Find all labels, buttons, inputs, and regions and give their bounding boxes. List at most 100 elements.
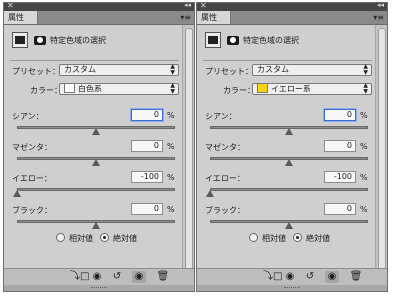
preset-select[interactable]: カスタム ▲ ▼ xyxy=(252,64,372,76)
slider-value-input[interactable]: 0 xyxy=(324,109,356,121)
color-swatch xyxy=(257,83,268,93)
slider-thumb[interactable] xyxy=(206,190,214,197)
absolute-label: 絶対値 xyxy=(113,234,137,243)
collapse-icon[interactable]: ◂◂ xyxy=(377,3,384,9)
clip-to-layer-icon[interactable]: ⤵□ xyxy=(70,271,89,283)
panel-titlebar: ✕ ◂◂ xyxy=(197,3,387,11)
slider-label: マゼンタ： xyxy=(12,143,52,152)
slider-thumb[interactable] xyxy=(285,222,293,229)
preset-value: カスタム xyxy=(64,65,96,74)
adjustment-layer-icon xyxy=(205,32,221,48)
slider-label: シアン： xyxy=(205,112,237,121)
adjustment-layer-icon xyxy=(12,32,28,48)
collapse-icon[interactable]: ◂◂ xyxy=(184,3,191,9)
scrollbar-thumb[interactable] xyxy=(378,28,386,270)
close-icon[interactable]: ✕ xyxy=(200,3,207,10)
adjustment-title: 特定色域の選択 xyxy=(243,36,299,45)
view-previous-state-icon[interactable]: ◉ xyxy=(90,271,104,283)
adjustment-title: 特定色域の選択 xyxy=(50,36,106,45)
resize-grip[interactable] xyxy=(197,285,387,291)
preset-select[interactable]: カスタム ▲ ▼ xyxy=(59,64,179,76)
panel-menu-icon[interactable]: ▾≡ xyxy=(373,11,384,24)
updown-arrows-icon: ▲ ▼ xyxy=(170,63,175,76)
percent-unit: % xyxy=(360,111,368,120)
trash-icon[interactable]: 🗑 xyxy=(349,271,363,283)
colors-value: イエロー系 xyxy=(271,84,311,94)
scrollbar-thumb[interactable] xyxy=(185,28,193,270)
updown-arrows-icon: ▲ ▼ xyxy=(363,63,368,76)
slider-value-input[interactable]: 0 xyxy=(131,140,163,152)
slider-value-input[interactable]: -100 xyxy=(131,171,163,183)
radio-dot xyxy=(296,236,299,239)
tab-bar: 属性 ▾≡ xyxy=(197,11,387,25)
panel-content: 特定色域の選択 プリセット： カスタム ▲ ▼ カラー： 白色系 ▲ ▼ シアン： 0… xyxy=(4,25,183,273)
tab-bar: 属性 ▾≡ xyxy=(4,11,194,25)
scrollbar[interactable] xyxy=(182,25,194,273)
panel-titlebar: ✕ ◂◂ xyxy=(4,3,194,11)
bottom-toolbar: ⤵□ ◉ ↺ ◉ 🗑 xyxy=(4,268,194,285)
slider-thumb[interactable] xyxy=(92,159,100,166)
resize-grip[interactable] xyxy=(4,285,194,291)
divider xyxy=(10,60,179,61)
panel-content: 特定色域の選択 プリセット： カスタム ▲ ▼ カラー： イエロー系 ▲ ▼ シアン… xyxy=(197,25,376,273)
visibility-eye-icon[interactable]: ◉ xyxy=(325,271,339,283)
reset-icon[interactable]: ↺ xyxy=(110,271,124,283)
percent-unit: % xyxy=(167,205,175,214)
absolute-radio[interactable] xyxy=(293,233,302,242)
slider-thumb[interactable] xyxy=(285,128,293,135)
slider-thumb[interactable] xyxy=(92,222,100,229)
preset-label: プリセット： xyxy=(12,67,60,76)
colors-value: 白色系 xyxy=(78,84,102,94)
properties-panel-right: ✕ ◂◂ 属性 ▾≡ 特定色域の選択 プリセット： カスタム ▲ ▼ カラー： イ… xyxy=(196,2,388,292)
colors-label: カラー： xyxy=(30,86,62,95)
updown-arrows-icon: ▲ ▼ xyxy=(170,82,175,95)
relative-label: 相対値 xyxy=(262,234,286,243)
percent-unit: % xyxy=(360,142,368,151)
slider-label: ブラック： xyxy=(205,206,245,215)
slider-label: イエロー： xyxy=(12,174,52,183)
radio-dot xyxy=(103,236,106,239)
slider-label: シアン： xyxy=(12,112,44,121)
preset-label: プリセット： xyxy=(205,67,253,76)
slider-label: イエロー： xyxy=(205,174,245,183)
scrollbar[interactable] xyxy=(375,25,387,273)
bottom-toolbar: ⤵□ ◉ ↺ ◉ 🗑 xyxy=(197,268,387,285)
slider-thumb[interactable] xyxy=(13,190,21,197)
slider-track[interactable] xyxy=(17,188,175,191)
tab-properties[interactable]: 属性 xyxy=(197,11,231,24)
slider-thumb[interactable] xyxy=(285,159,293,166)
reset-icon[interactable]: ↺ xyxy=(303,271,317,283)
slider-track[interactable] xyxy=(210,188,368,191)
clip-to-layer-icon[interactable]: ⤵□ xyxy=(263,271,282,283)
percent-unit: % xyxy=(360,173,368,182)
slider-value-input[interactable]: 0 xyxy=(131,203,163,215)
relative-radio[interactable] xyxy=(56,233,65,242)
absolute-radio[interactable] xyxy=(100,233,109,242)
relative-label: 相対値 xyxy=(69,234,93,243)
slider-value-input[interactable]: 0 xyxy=(324,140,356,152)
slider-label: ブラック： xyxy=(12,206,52,215)
updown-arrows-icon: ▲ ▼ xyxy=(363,82,368,95)
tab-properties[interactable]: 属性 xyxy=(4,11,38,24)
slider-thumb[interactable] xyxy=(92,128,100,135)
layer-mask-icon[interactable] xyxy=(34,36,46,45)
layer-mask-icon[interactable] xyxy=(227,36,239,45)
properties-panel-left: ✕ ◂◂ 属性 ▾≡ 特定色域の選択 プリセット： カスタム ▲ ▼ カラー： 白… xyxy=(3,2,195,292)
absolute-label: 絶対値 xyxy=(306,234,330,243)
panel-menu-icon[interactable]: ▾≡ xyxy=(180,11,191,24)
visibility-eye-icon[interactable]: ◉ xyxy=(132,271,146,283)
close-icon[interactable]: ✕ xyxy=(7,3,14,10)
slider-label: マゼンタ： xyxy=(205,143,245,152)
color-swatch xyxy=(64,83,75,93)
colors-select[interactable]: イエロー系 ▲ ▼ xyxy=(252,83,372,95)
percent-unit: % xyxy=(167,173,175,182)
relative-radio[interactable] xyxy=(249,233,258,242)
slider-value-input[interactable]: -100 xyxy=(324,171,356,183)
slider-value-input[interactable]: 0 xyxy=(324,203,356,215)
percent-unit: % xyxy=(167,111,175,120)
preset-value: カスタム xyxy=(257,65,289,74)
trash-icon[interactable]: 🗑 xyxy=(156,271,170,283)
colors-select[interactable]: 白色系 ▲ ▼ xyxy=(59,83,179,95)
view-previous-state-icon[interactable]: ◉ xyxy=(283,271,297,283)
slider-value-input[interactable]: 0 xyxy=(131,109,163,121)
